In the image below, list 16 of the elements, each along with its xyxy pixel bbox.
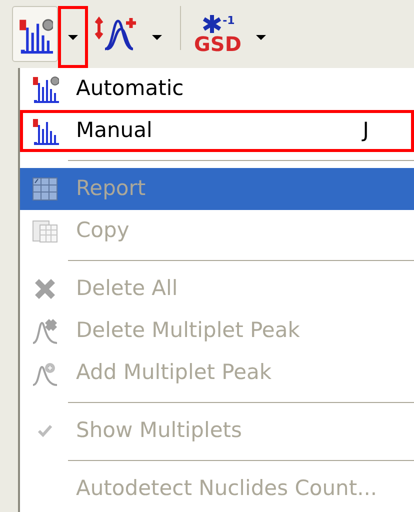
peaks-icon bbox=[93, 15, 137, 53]
caret-icon bbox=[256, 34, 266, 40]
caret-icon bbox=[68, 34, 78, 40]
menu-item[interactable]: Automatic bbox=[20, 68, 414, 110]
gsd-label: GSD bbox=[194, 34, 242, 54]
spectrum-icon bbox=[31, 75, 59, 103]
asterisk-icon bbox=[200, 14, 223, 34]
menu-item[interactable]: Manual J bbox=[20, 110, 414, 152]
spectrum-icon bbox=[31, 117, 59, 145]
toolbar-button[interactable] bbox=[12, 6, 58, 62]
table-icon bbox=[31, 175, 59, 203]
caret-icon bbox=[152, 34, 162, 40]
toolbar-button[interactable]: -1 GSD bbox=[189, 6, 246, 62]
shortcut-text: J bbox=[362, 117, 369, 144]
superscript-text: -1 bbox=[222, 14, 235, 27]
delete-peak-icon bbox=[31, 317, 59, 345]
